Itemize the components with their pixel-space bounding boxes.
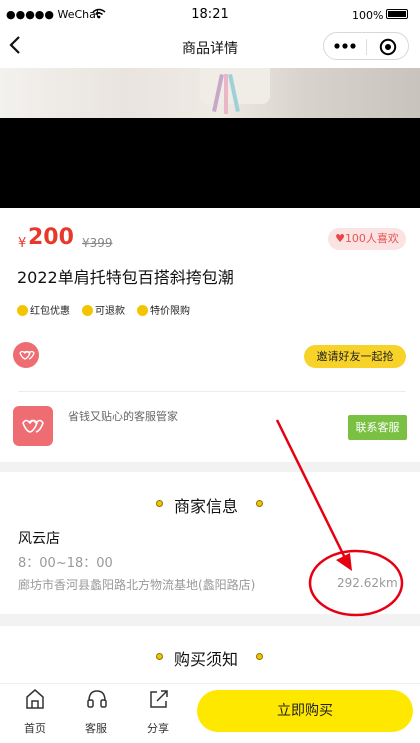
tab-share[interactable]: 分享: [133, 684, 183, 743]
tab-service-label: 客服: [85, 722, 107, 735]
home-icon: [26, 689, 44, 709]
tab-service[interactable]: 客服: [71, 684, 121, 743]
tab-home[interactable]: 首页: [10, 684, 60, 743]
annotation-overlay: [275, 419, 404, 617]
buy-now-button[interactable]: 立即购买: [197, 690, 413, 732]
tab-share-label: 分享: [147, 722, 169, 735]
share-icon: [150, 690, 168, 708]
headset-icon: [87, 690, 107, 708]
annotation-arrow: [275, 419, 347, 559]
bottom-tab-bar: 首页 客服 分享 立即购买: [0, 683, 420, 743]
tab-home-label: 首页: [24, 722, 46, 735]
annotation-circle: [308, 549, 404, 617]
